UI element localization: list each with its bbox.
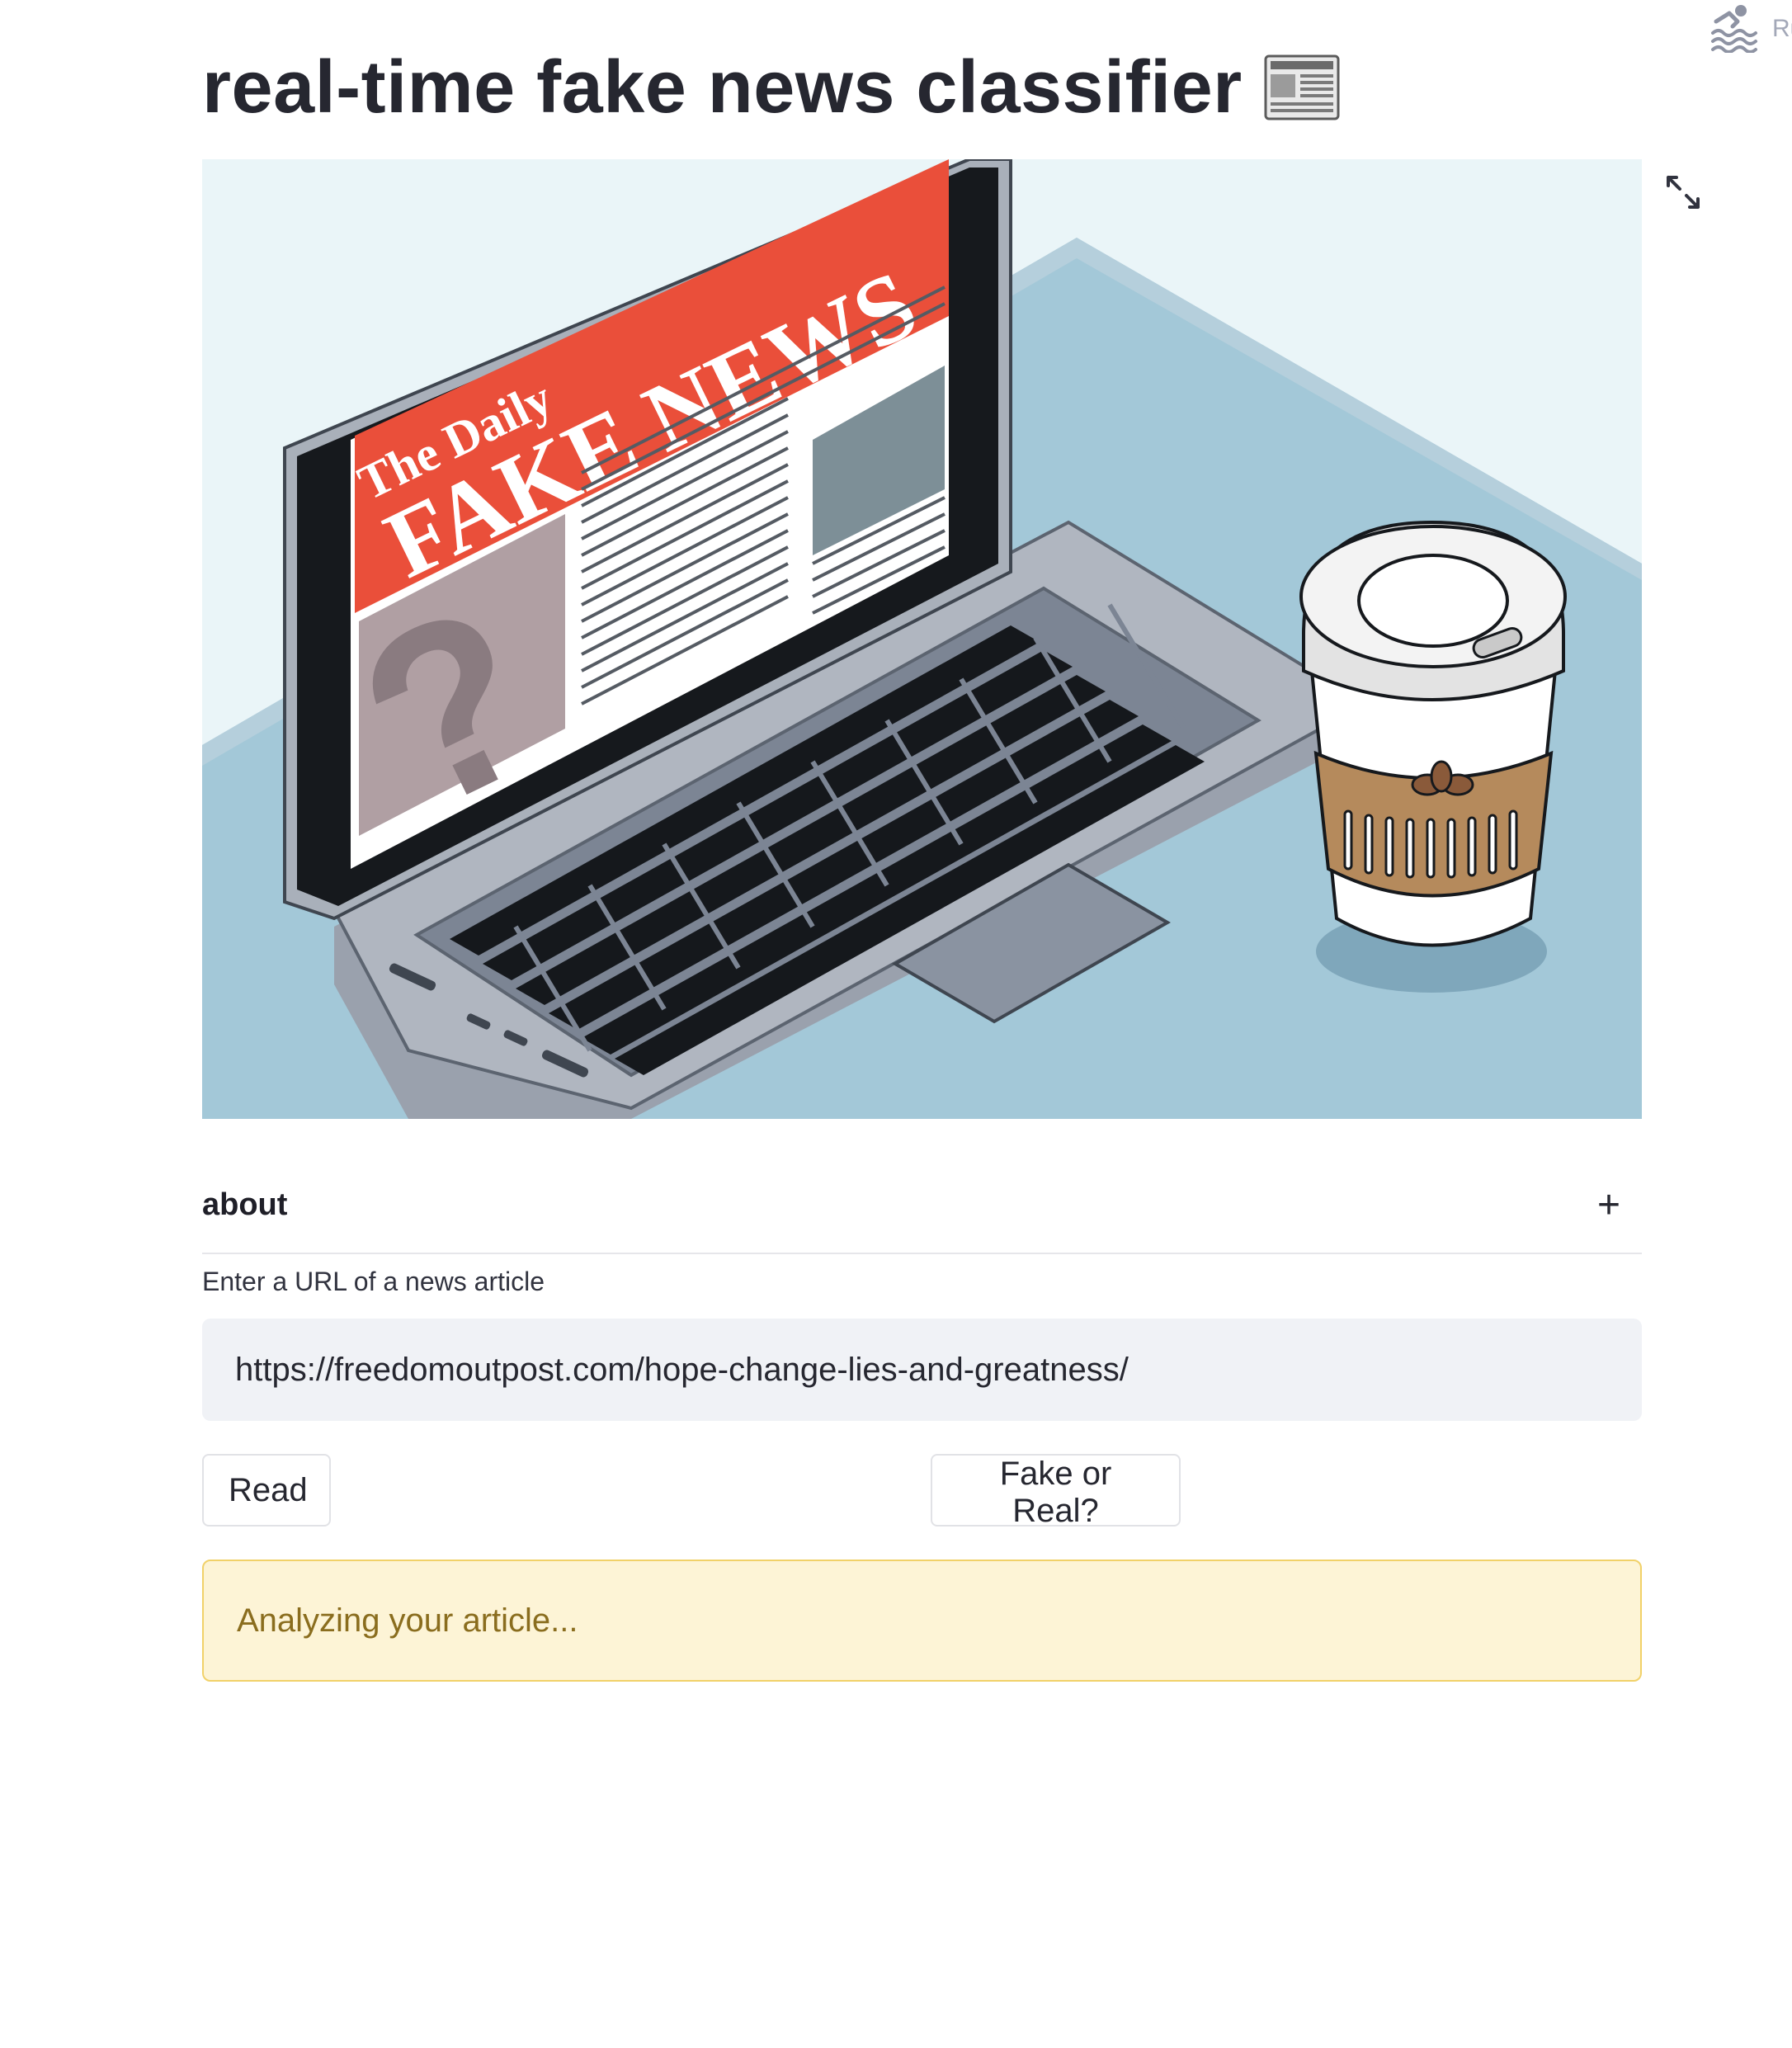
url-input[interactable] <box>202 1319 1642 1421</box>
fake-or-real-button[interactable]: Fake or Real? <box>931 1454 1181 1529</box>
about-expander[interactable]: about + <box>202 1157 1642 1254</box>
swimmer-icon <box>1711 5 1757 53</box>
read-button[interactable]: Read <box>202 1454 331 1527</box>
status-alert: Analyzing your article... <box>202 1560 1642 1682</box>
app-page: Running... real-time fake news classifie… <box>0 0 1792 2048</box>
running-indicator: Running... <box>1708 0 1792 53</box>
url-input-label: Enter a URL of a news article <box>202 1267 545 1296</box>
page-title-text: real-time fake news classifier <box>202 46 1243 129</box>
hero-illustration: The Daily FAKE NEWS Extra, extra, read a… <box>202 159 1642 1119</box>
newspaper-icon <box>1264 54 1340 120</box>
expand-plus-icon[interactable]: + <box>1597 1182 1620 1228</box>
running-status-text: Running... <box>1772 15 1792 42</box>
about-expander-label: about <box>202 1187 288 1222</box>
fullscreen-icon[interactable] <box>1665 174 1701 210</box>
page-title: real-time fake news classifier <box>202 43 1340 132</box>
laptop-coffee-illustration: The Daily FAKE NEWS Extra, extra, read a… <box>202 159 1642 1119</box>
status-alert-text: Analyzing your article... <box>237 1602 578 1639</box>
